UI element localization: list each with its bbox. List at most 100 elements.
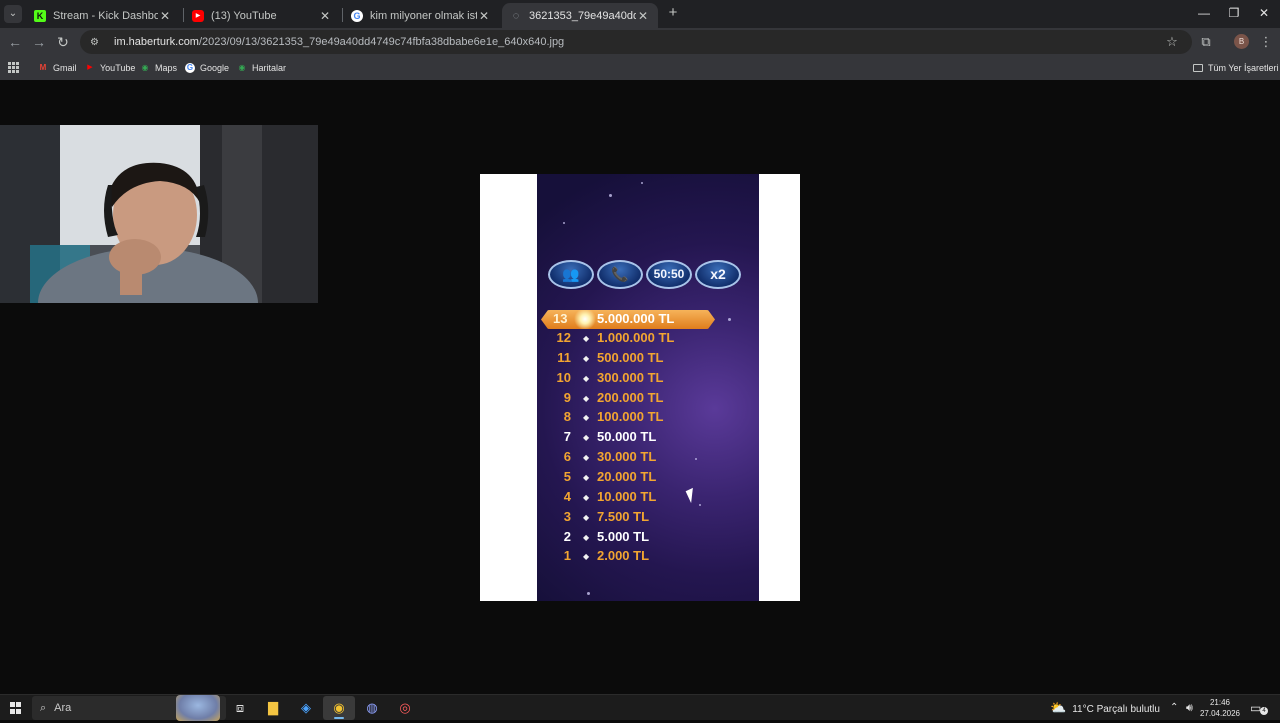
menu-kebab-icon[interactable]: ⋮	[1256, 32, 1276, 52]
viewed-image: 👥 📞 50:50 x2 13 5.000.000 TL 12 ◆ 1.000.00…	[480, 174, 800, 601]
chrome-icon[interactable]: ◉	[323, 696, 355, 720]
file-explorer-icon[interactable]: ▇	[257, 696, 289, 720]
site-info-icon[interactable]: ⚙	[90, 37, 102, 48]
windows-taskbar: ⌕ Ara ⧈ ▇ ◈ ◉ ◍ ◎ ⛅ 11°C Parçalı bulutlu …	[0, 694, 1280, 721]
prize-row: 2 ◆ 5.000 TL	[537, 529, 759, 547]
taskbar-clock[interactable]: 21:46 27.04.2026	[1198, 697, 1242, 719]
bookmark-label: Haritalar	[252, 63, 287, 73]
tab-search-chevron-icon[interactable]: ⌄	[4, 5, 22, 23]
prize-amount: 100.000 TL	[597, 409, 664, 425]
star-sparkle	[563, 222, 565, 224]
prize-level: 9	[563, 389, 571, 405]
task-view-icon[interactable]: ⧈	[224, 696, 256, 720]
prize-amount: 20.000 TL	[597, 468, 657, 484]
close-tab-icon[interactable]: ✕	[636, 9, 650, 23]
tab-title: kim milyoner olmak ister yeni d	[370, 9, 477, 22]
bookmark-label: Tüm Yer İşaretleri	[1208, 63, 1279, 73]
diamond-icon: ◆	[583, 532, 590, 542]
google-icon: G	[185, 63, 195, 73]
address-bar[interactable]: ⚙ im.haberturk.com/2023/09/13/3621353_79…	[80, 30, 1192, 54]
search-icon: ⌕	[40, 701, 47, 714]
tab-kick-dashboard[interactable]: K Stream - Kick Dashboard ✕	[26, 3, 180, 28]
new-tab-button[interactable]: +	[664, 5, 682, 23]
diamond-icon: ◆	[583, 433, 590, 443]
tab-title: (13) YouTube	[211, 9, 277, 22]
prize-level: 11	[557, 349, 571, 365]
tray-chevron-icon[interactable]: ⌃	[1170, 695, 1178, 721]
prize-row: 10 ◆ 300.000 TL	[537, 370, 759, 388]
app-diamond-icon[interactable]: ◈	[290, 696, 322, 720]
tab-image-active[interactable]: ◌ 3621353_79e49a40dd4749c74f ✕	[502, 3, 658, 28]
star-sparkle	[609, 194, 612, 197]
prize-level: 6	[563, 449, 571, 465]
close-tab-icon[interactable]: ✕	[158, 9, 172, 23]
prize-row: 11 ◆ 500.000 TL	[537, 350, 759, 368]
tab-title: 3621353_79e49a40dd4749c74f	[529, 9, 636, 22]
bookmarks-bar: M Gmail ▶ YouTube ◉ Maps G Google ◉ Hari…	[0, 56, 1280, 80]
star-sparkle	[728, 318, 731, 321]
prize-amount: 1.000.000 TL	[597, 330, 675, 345]
weather-text: 11°C Parçalı bulutlu	[1072, 704, 1160, 715]
search-placeholder: Ara	[54, 702, 72, 714]
prize-row: 12 ◆ 1.000.000 TL	[537, 330, 759, 348]
prize-amount: 50.000 TL	[597, 429, 657, 445]
profile-avatar[interactable]: B	[1234, 34, 1249, 49]
url-host: im.haberturk.com	[114, 36, 199, 48]
prize-amount: 5.000 TL	[597, 528, 650, 544]
maps-pin-icon: ◉	[141, 63, 149, 72]
diamond-icon: ◆	[583, 373, 590, 383]
diamond-icon: ◆	[583, 353, 590, 363]
bookmark-youtube[interactable]: ▶ YouTube	[85, 61, 135, 75]
all-bookmarks-folder[interactable]: Tüm Yer İşaretleri	[1193, 61, 1279, 75]
bookmark-haritalar[interactable]: ◉ Haritalar	[237, 61, 287, 75]
phone-lifeline-icon: 📞	[597, 260, 643, 289]
tab-youtube[interactable]: ▶ (13) YouTube ✕	[184, 3, 340, 28]
maps-pin-icon: ◉	[238, 63, 246, 72]
prize-row: 9 ◆ 200.000 TL	[537, 390, 759, 408]
minimize-button[interactable]: —	[1188, 0, 1220, 28]
close-tab-icon[interactable]: ✕	[318, 9, 332, 23]
prize-amount: 5.000.000 TL	[597, 311, 675, 326]
search-highlight-image[interactable]	[176, 695, 220, 721]
bookmark-gmail[interactable]: M Gmail	[38, 61, 77, 75]
diamond-icon: ◆	[583, 393, 590, 403]
diamond-icon: ◆	[583, 334, 590, 343]
webcam-person-image	[0, 125, 318, 303]
prize-amount: 30.000 TL	[597, 449, 657, 465]
clock-time: 21:46	[1209, 698, 1231, 707]
tab-google-search[interactable]: G kim milyoner olmak ister yeni d ✕	[343, 3, 499, 28]
audience-lifeline-icon: 👥	[548, 260, 594, 289]
top-prize-row: 13 5.000.000 TL	[541, 310, 715, 329]
obs-icon[interactable]: ◎	[389, 696, 421, 720]
close-tab-icon[interactable]: ✕	[477, 9, 491, 23]
bookmark-google[interactable]: G Google	[185, 61, 229, 75]
discord-icon[interactable]: ◍	[356, 696, 388, 720]
prize-row: 7 ◆ 50.000 TL	[537, 429, 759, 447]
url-path: /2023/09/13/3621353_79e49a40dd4749c74fbf…	[198, 36, 565, 48]
millionaire-prize-ladder: 👥 📞 50:50 x2 13 5.000.000 TL 12 ◆ 1.000.00…	[537, 174, 759, 601]
forward-button[interactable]: →	[28, 31, 50, 53]
prize-level: 4	[563, 488, 571, 504]
diamond-icon: ◆	[583, 413, 590, 423]
back-button[interactable]: ←	[4, 31, 26, 53]
weather-cloud-icon: ⛅	[1050, 700, 1067, 715]
extensions-icon[interactable]: ⧉	[1196, 32, 1216, 52]
apps-grid-icon[interactable]	[8, 62, 19, 73]
prize-row: 8 ◆ 100.000 TL	[537, 409, 759, 427]
prize-level: 10	[556, 369, 571, 385]
volume-icon[interactable]: 🔊︎	[1186, 695, 1193, 721]
clock-date: 27.04.2026	[1199, 709, 1241, 718]
prize-level: 7	[563, 429, 571, 445]
close-window-button[interactable]: ✕	[1248, 0, 1280, 28]
diamond-icon: ◆	[583, 453, 590, 463]
restore-button[interactable]: ❐	[1218, 0, 1250, 28]
kick-icon: K	[34, 9, 46, 22]
prize-level: 3	[563, 508, 571, 524]
reload-button[interactable]: ↻	[52, 31, 74, 53]
bookmark-star-icon[interactable]: ☆	[1162, 32, 1182, 52]
bookmark-maps[interactable]: ◉ Maps	[140, 61, 178, 75]
prize-level: 5	[563, 468, 571, 484]
windows-start-icon[interactable]	[10, 702, 22, 714]
weather-widget[interactable]: ⛅ 11°C Parçalı bulutlu	[1050, 695, 1160, 721]
gmail-icon: M	[39, 63, 47, 72]
